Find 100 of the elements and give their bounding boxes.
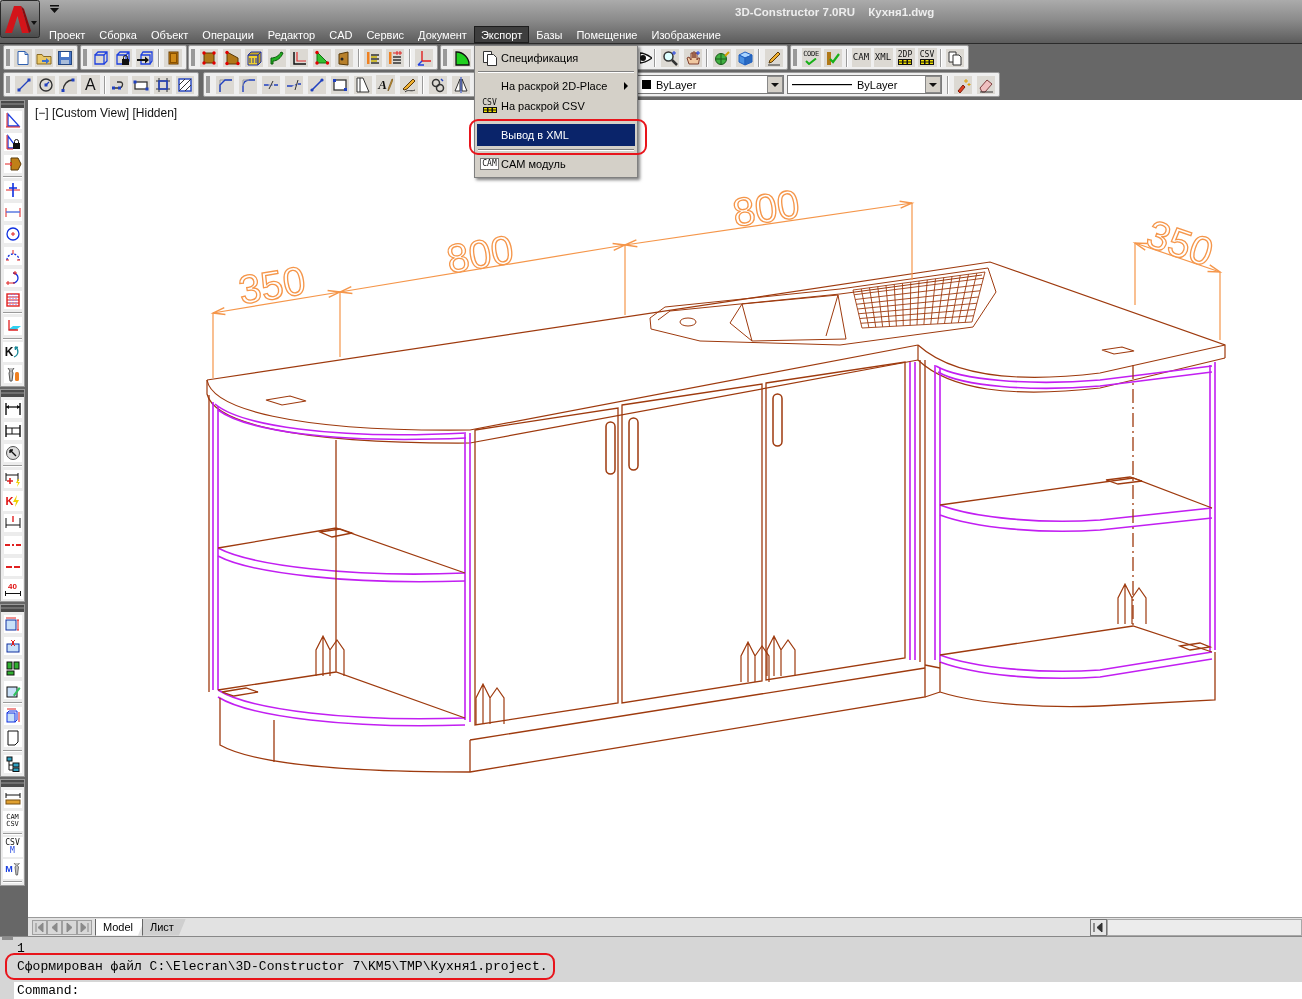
pencil-icon[interactable] (399, 75, 418, 94)
panel-icon[interactable] (3, 615, 22, 633)
menu-item[interactable]: Изображение (644, 26, 728, 43)
layout-tab[interactable]: Лист (141, 918, 186, 936)
toolbar-grip[interactable] (793, 49, 797, 66)
toolbar-button[interactable]: 2DP (895, 48, 915, 67)
horizontal-scrollbar[interactable] (1107, 918, 1302, 936)
rectangle-icon[interactable] (131, 75, 150, 94)
window-grip[interactable] (2, 937, 13, 940)
arc-icon[interactable] (59, 75, 78, 94)
triangle-ruler-icon[interactable] (3, 111, 22, 129)
line-icon[interactable] (307, 75, 326, 94)
toolbar-grip[interactable] (191, 49, 195, 66)
menu-item[interactable]: Помещение (569, 26, 645, 43)
panel-points-icon[interactable] (200, 48, 219, 67)
door-handle[interactable] (772, 393, 783, 447)
toolbar-grip[interactable] (1, 780, 24, 787)
menu-item[interactable]: На раскрой 2D-Place (477, 76, 635, 96)
toolbar-button[interactable]: XML (873, 48, 893, 67)
circle-arrow-icon[interactable] (3, 444, 22, 462)
menu-item[interactable]: CAM CAM модуль (477, 154, 635, 174)
layout-tab[interactable]: Model (95, 918, 145, 936)
panel-check-icon[interactable] (824, 48, 842, 67)
mirror-icon[interactable] (451, 75, 470, 94)
chain-icon[interactable] (428, 75, 447, 94)
arc-dimension-icon[interactable] (3, 247, 22, 265)
door-icon[interactable] (335, 48, 354, 67)
cube-icon[interactable] (735, 48, 754, 67)
dimension-bolt-icon[interactable] (3, 470, 22, 488)
circle-icon[interactable] (37, 75, 56, 94)
hatch-icon[interactable] (175, 75, 194, 94)
menu-item[interactable]: Базы (529, 26, 570, 43)
menu-item[interactable]: Спецификация (477, 48, 635, 68)
toolbar-button[interactable]: A (80, 75, 100, 94)
toolbar-button[interactable]: K (2, 491, 23, 511)
menu-item[interactable]: CAD (322, 26, 360, 43)
toolbar-button[interactable]: CSV M (2, 837, 23, 857)
command-input[interactable]: Command: (14, 982, 1302, 999)
toolbar-button[interactable]: A (376, 75, 395, 94)
sparkle-brush-icon[interactable] (953, 75, 972, 94)
toolbar-button[interactable]: CSV (917, 48, 937, 67)
menu-item[interactable]: Сервис (359, 26, 412, 43)
folder-icon[interactable] (35, 48, 53, 67)
menu-item[interactable]: Редактор (260, 26, 323, 43)
toolbar-grip[interactable] (1, 101, 24, 108)
menu-item[interactable]: Объект (143, 26, 196, 43)
chamfer-icon[interactable] (215, 75, 234, 94)
menu-item[interactable]: Проект (42, 26, 93, 43)
copy-icon[interactable] (946, 48, 964, 67)
pencil-icon[interactable] (764, 48, 783, 67)
menu-item[interactable]: Операции (195, 26, 261, 43)
panels-icon[interactable] (3, 659, 22, 677)
toolbar-grip[interactable] (83, 49, 87, 66)
app-logo-icon[interactable] (0, 0, 40, 38)
floppy-disk-icon[interactable] (55, 48, 74, 67)
menu-item[interactable]: Сборка (92, 26, 144, 43)
corner-icon[interactable] (290, 48, 309, 67)
box-icon[interactable] (245, 48, 264, 67)
caret-icon[interactable] (50, 5, 59, 13)
menu-item[interactable]: Экспорт (473, 26, 530, 43)
arrow-panel-icon[interactable] (3, 155, 22, 173)
wrench-icon[interactable] (3, 365, 22, 383)
sheet-icon[interactable] (353, 75, 372, 94)
toolbar-grip[interactable] (6, 49, 10, 66)
door-handle[interactable] (628, 417, 639, 471)
viewport-label[interactable]: [−] [Custom View] [Hidden] (35, 106, 178, 120)
square-icon[interactable] (153, 75, 172, 94)
eye-icon[interactable] (640, 49, 652, 66)
document-icon[interactable] (3, 729, 22, 747)
first-arrow-icon[interactable] (32, 919, 47, 935)
scroll-left-icon[interactable] (1090, 918, 1107, 936)
board-icon[interactable] (164, 48, 182, 67)
toolbar-grip[interactable] (1, 605, 24, 612)
document-icon[interactable] (14, 48, 33, 67)
toolbar-grip[interactable] (206, 76, 210, 93)
rectangle-icon[interactable] (330, 75, 349, 94)
wedge-icon[interactable] (222, 48, 241, 67)
polyline-icon[interactable] (109, 75, 128, 94)
cube-icon[interactable] (92, 48, 110, 67)
layer-dropdown[interactable]: ByLayer (637, 75, 784, 94)
door-handle[interactable] (605, 421, 616, 475)
shelves-icon[interactable] (386, 48, 405, 67)
hand-icon[interactable] (683, 48, 702, 67)
toolbar-grip[interactable] (6, 76, 10, 93)
grid-icon[interactable] (3, 291, 22, 309)
ruler-icon[interactable] (3, 790, 22, 808)
menu-item[interactable]: CSV На раскрой CSV (477, 96, 635, 116)
circle-dimension-icon[interactable] (3, 225, 22, 243)
toolbar-grip[interactable] (1, 390, 24, 397)
cube-lock-icon[interactable] (114, 48, 132, 67)
cube-icon[interactable] (3, 707, 22, 725)
menu-item[interactable]: Документ (411, 26, 474, 43)
axes-plane-icon[interactable] (3, 317, 22, 335)
eraser-icon[interactable] (976, 75, 995, 94)
zoom-icon[interactable] (660, 48, 679, 67)
dimension-icon[interactable] (3, 400, 22, 418)
dimension-icon[interactable] (3, 422, 22, 440)
last-arrow-icon[interactable] (77, 919, 92, 935)
panel-pencil-icon[interactable] (3, 681, 22, 699)
toolbar-button[interactable]: M (2, 859, 23, 879)
